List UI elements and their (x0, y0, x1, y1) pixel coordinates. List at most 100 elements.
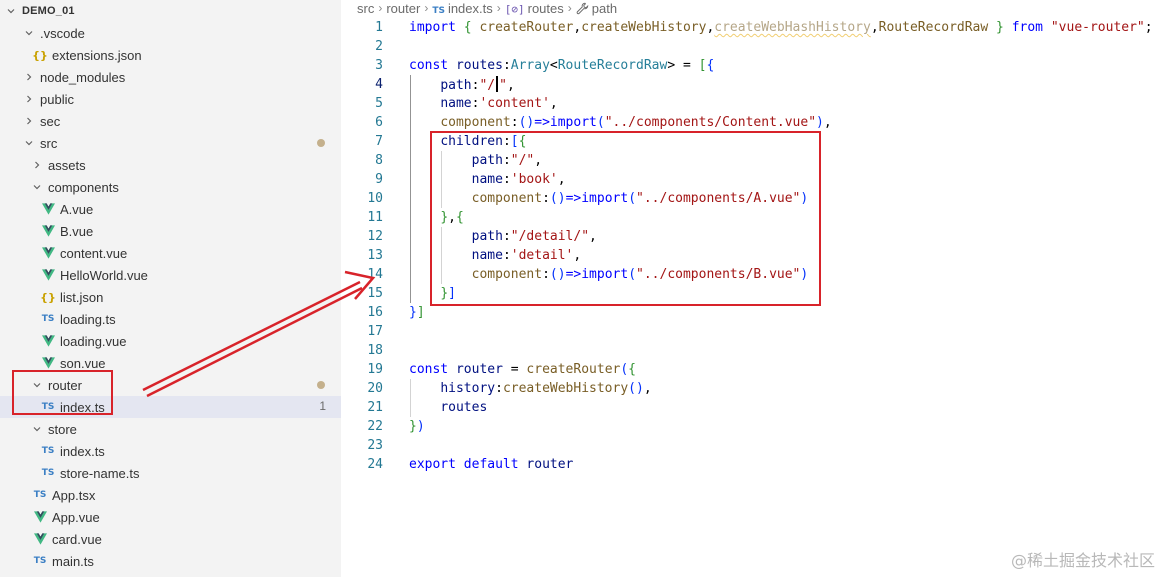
code-token: , (870, 20, 879, 35)
line-number: 14 (367, 267, 383, 282)
breadcrumb-src[interactable]: src (357, 1, 374, 16)
explorer-item-loading-vue[interactable]: loading.vue (0, 330, 341, 352)
explorer-item--vscode[interactable]: .vscode (0, 22, 341, 44)
typescript-file-icon: TS (41, 314, 55, 324)
breadcrumb-file[interactable]: TS index.ts (432, 1, 492, 16)
code-line-text: component:()=>import("../components/Cont… (409, 115, 832, 130)
chevron-right-icon: › (424, 1, 429, 15)
chevron-right-icon[interactable] (22, 110, 36, 132)
text-cursor (496, 76, 499, 92)
code-line[interactable]: 3 const routes:Array<RouteRecordRaw> = [{ (341, 56, 1163, 75)
chevron-down-icon[interactable] (22, 22, 36, 44)
code-token: , (823, 115, 832, 130)
code-line[interactable]: 2 (341, 37, 1163, 56)
explorer-item-card-vue[interactable]: card.vue (0, 528, 341, 550)
explorer-item-src[interactable]: src (0, 132, 341, 154)
explorer-item-label: extensions.json (52, 47, 142, 63)
explorer-item-store[interactable]: store (0, 418, 341, 440)
explorer-item-b-vue[interactable]: B.vue (0, 220, 341, 242)
explorer-item-sec[interactable]: sec (0, 110, 341, 132)
explorer-item-label: loading.ts (60, 311, 116, 327)
explorer-item-node-modules[interactable]: node_modules (0, 66, 341, 88)
explorer-item-components[interactable]: components (0, 176, 341, 198)
code-line-text: path:"/", (409, 76, 515, 93)
code-line[interactable]: 1 import { createRouter,createWebHistory,… (341, 18, 1163, 37)
code-line[interactable]: 19 const router = createRouter({ (341, 360, 1163, 379)
typescript-file-icon: TS (33, 490, 47, 500)
explorer-item-label: list.json (60, 289, 104, 305)
code-token: RouteRecordRaw (557, 58, 668, 73)
code-line[interactable]: 18 (341, 341, 1163, 360)
code-token: , (506, 78, 515, 93)
json-file-icon: {} (40, 290, 56, 304)
chevron-right-icon: › (496, 1, 501, 15)
explorer-item-index-ts[interactable]: TS index.ts (0, 440, 341, 462)
explorer-item-assets[interactable]: assets (0, 154, 341, 176)
breadcrumb-path[interactable]: path (576, 1, 617, 16)
line-number: 12 (367, 229, 383, 244)
breadcrumb-router[interactable]: router (386, 1, 420, 16)
explorer-item-content-vue[interactable]: content.vue (0, 242, 341, 264)
explorer-item-main-ts[interactable]: TS main.ts (0, 550, 341, 572)
explorer-item-label: components (48, 179, 119, 195)
line-number: 10 (367, 191, 383, 206)
chevron-down-icon[interactable] (30, 418, 44, 440)
breadcrumb-routes-label: routes (527, 0, 564, 16)
code-line[interactable]: 5 name:'content', (341, 94, 1163, 113)
code-token: import (409, 20, 456, 35)
code-line[interactable]: 24 export default router (341, 455, 1163, 474)
code-token: RouteRecordRaw (878, 20, 989, 35)
code-token: ( (620, 362, 629, 377)
code-line[interactable]: 22}) (341, 417, 1163, 436)
chevron-right-icon[interactable] (22, 66, 36, 88)
code-token: createRouter (526, 362, 621, 377)
explorer-item-label: main.ts (52, 553, 94, 569)
variable-symbol-icon: [⊘] (504, 2, 525, 16)
explorer-item-loading-ts[interactable]: TS loading.ts (0, 308, 341, 330)
code-line[interactable]: 23 (341, 436, 1163, 455)
vue-file-icon (40, 223, 56, 239)
code-line[interactable]: 20 history:createWebHistory(), (341, 379, 1163, 398)
code-token: , (549, 96, 558, 111)
explorer-item-store-name-ts[interactable]: TS store-name.ts (0, 462, 341, 484)
explorer-item-style-css[interactable]: #style.css (0, 572, 341, 577)
explorer-item-public[interactable]: public (0, 88, 341, 110)
explorer-item-label: DEMO_01 (22, 5, 75, 17)
explorer-item-list-json[interactable]: {} list.json (0, 286, 341, 308)
code-line[interactable]: 6 component:()=>import("../components/Co… (341, 113, 1163, 132)
line-number: 13 (367, 248, 383, 263)
code-token: path (440, 78, 472, 93)
code-line[interactable]: 17 (341, 322, 1163, 341)
code-token: "vue-router" (1050, 20, 1145, 35)
explorer-item-demo-01[interactable]: DEMO_01 (0, 0, 341, 22)
chevron-down-icon[interactable] (22, 132, 36, 154)
explorer-item-app-tsx[interactable]: TS App.tsx (0, 484, 341, 506)
code-token: const (409, 58, 449, 73)
explorer-item-app-vue[interactable]: App.vue (0, 506, 341, 528)
code-token: history (440, 381, 496, 396)
explorer-item-extensions-json[interactable]: {} extensions.json (0, 44, 341, 66)
code-token: createWebHistory (581, 20, 707, 35)
breadcrumb-file-label: index.ts (447, 0, 493, 16)
problem-count-badge: 1 (319, 399, 326, 413)
explorer-item-label: card.vue (52, 531, 102, 547)
explorer-item-label: content.vue (60, 245, 128, 261)
chevron-right-icon[interactable] (30, 154, 44, 176)
code-line[interactable]: 4 path:"/", (341, 75, 1163, 94)
explorer-item-a-vue[interactable]: A.vue (0, 198, 341, 220)
chevron-right-icon[interactable] (22, 88, 36, 110)
line-number: 6 (375, 115, 383, 130)
breadcrumb: src › router › TS index.ts › [⊘] routes › … (357, 0, 617, 16)
chevron-down-icon[interactable] (30, 176, 44, 198)
explorer-item-helloworld-vue[interactable]: HelloWorld.vue (0, 264, 341, 286)
code-token: name (440, 96, 472, 111)
explorer-item-label: node_modules (40, 69, 126, 85)
chevron-down-icon[interactable] (4, 0, 18, 22)
code-line[interactable]: 21 routes (341, 398, 1163, 417)
breadcrumb-routes[interactable]: [⊘] routes (505, 1, 564, 16)
